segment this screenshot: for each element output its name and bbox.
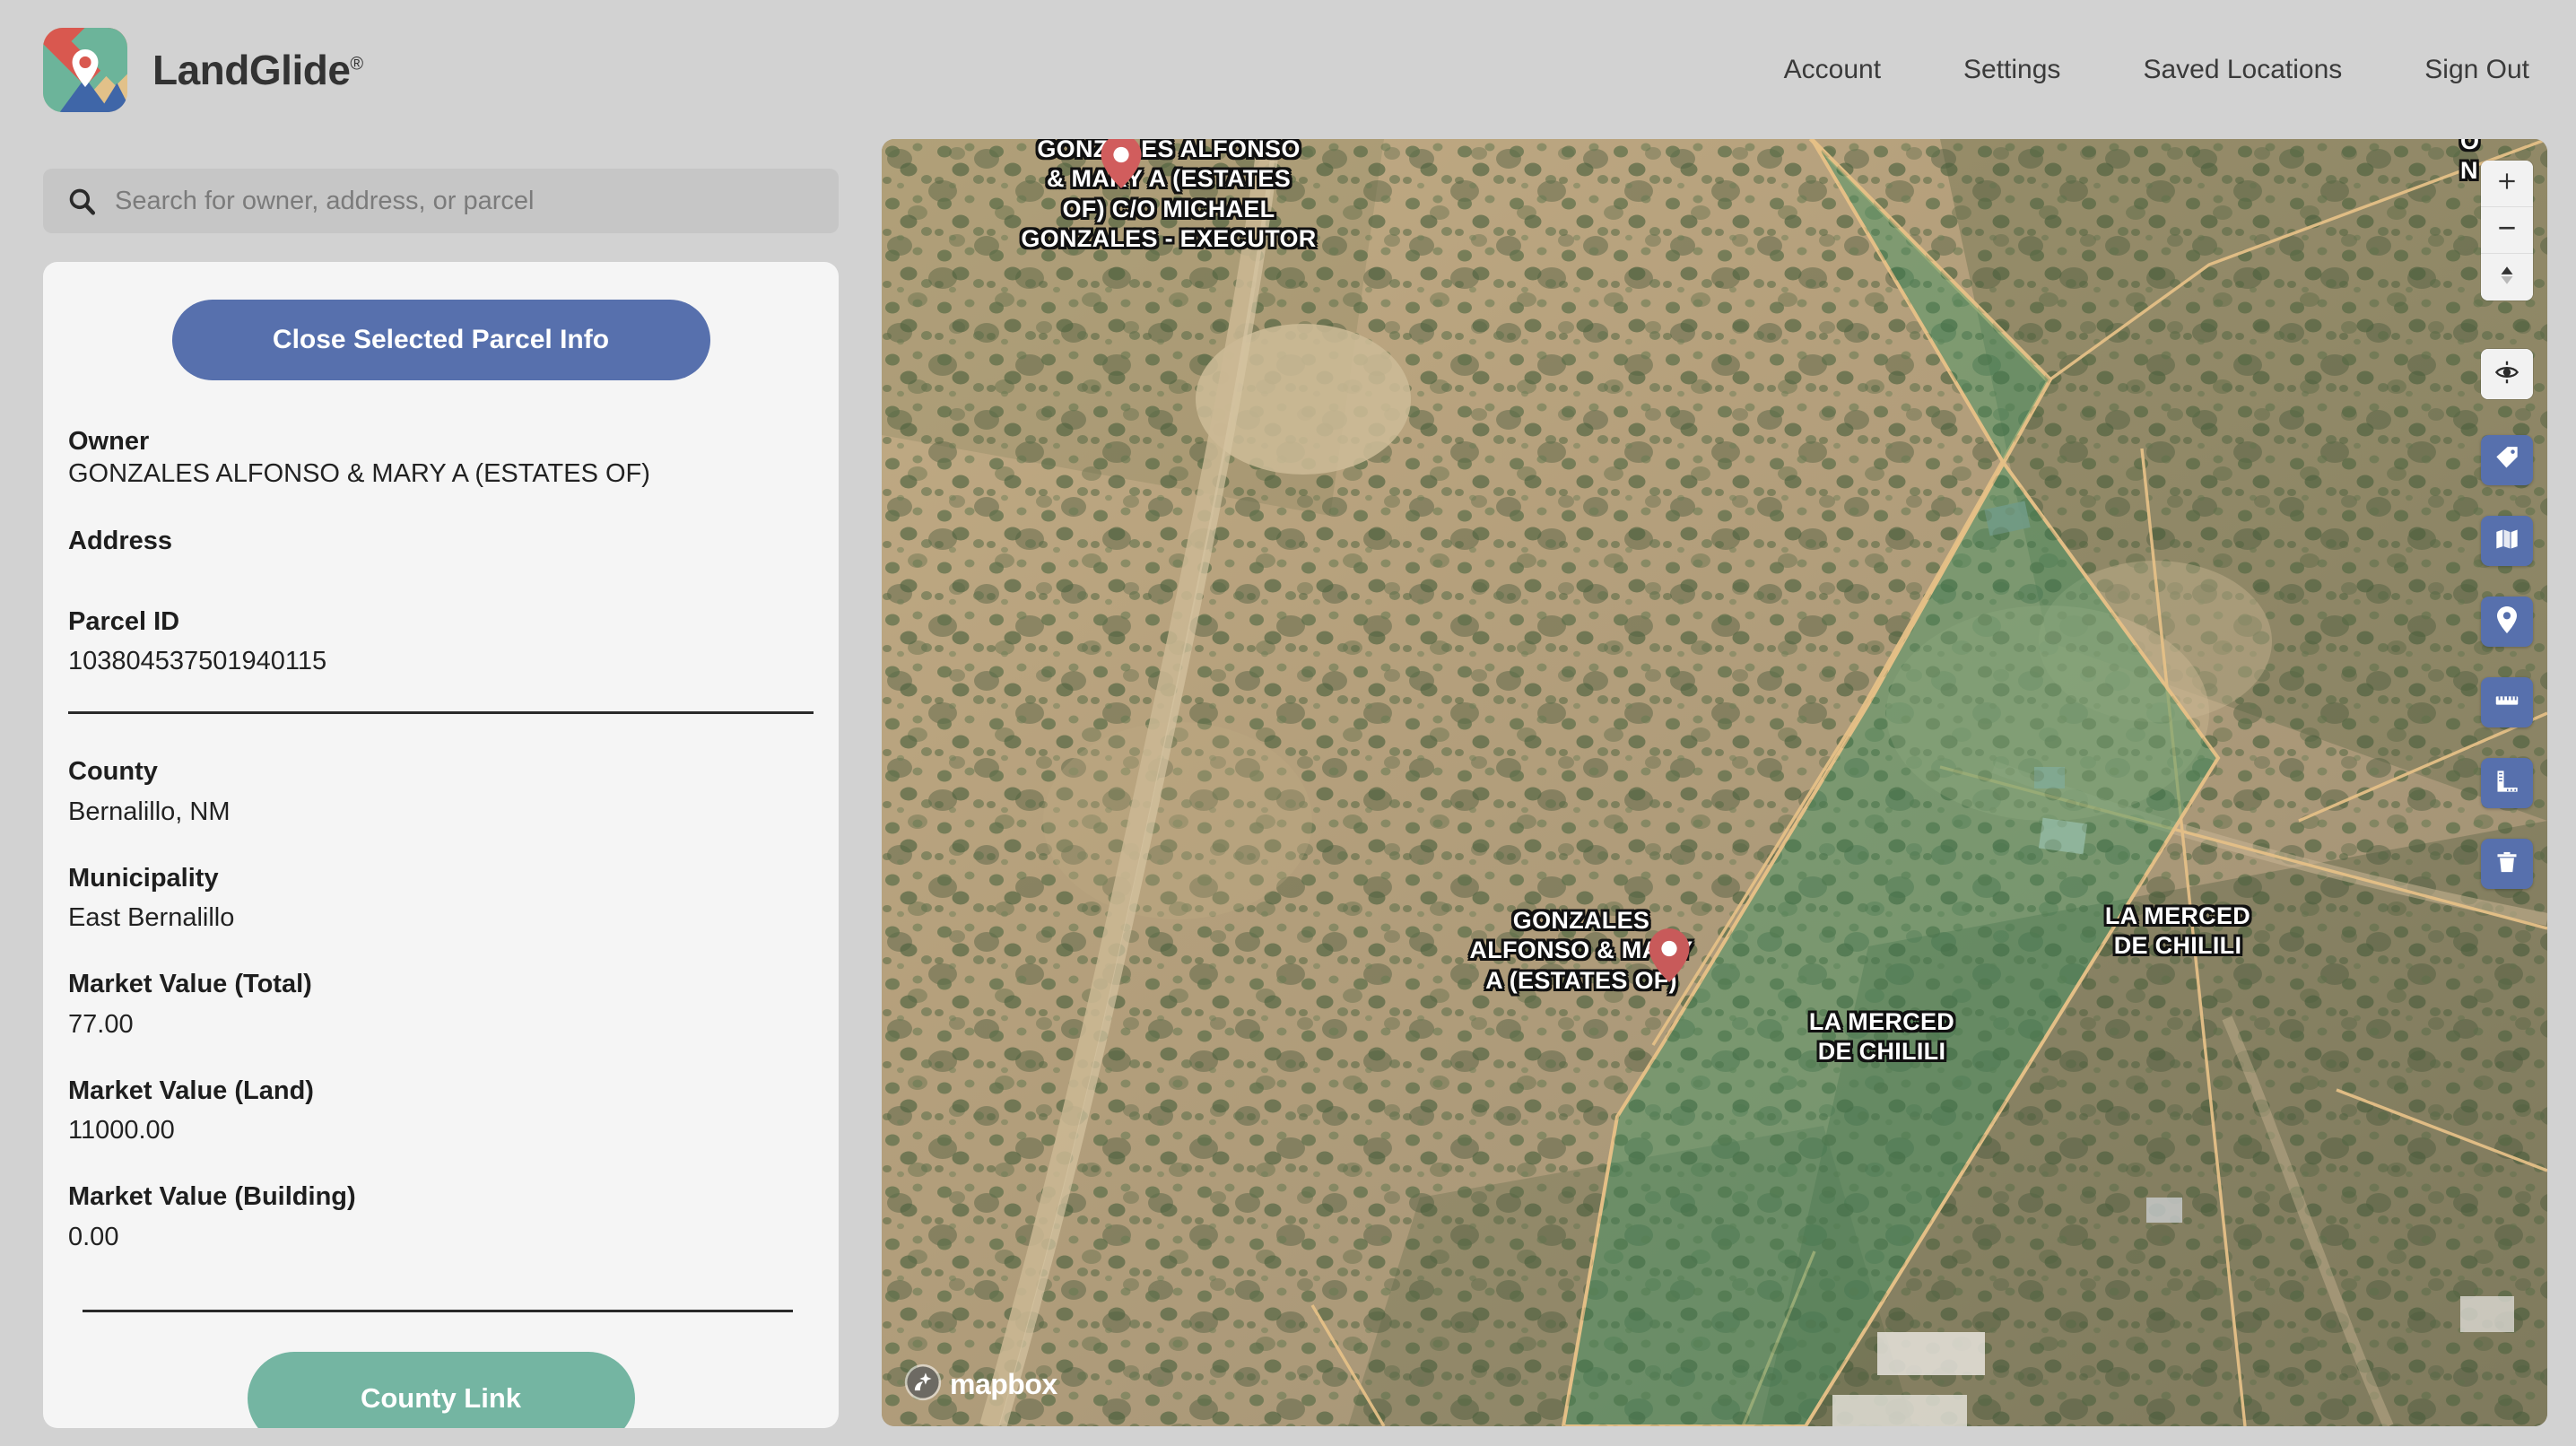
parcel-label-toggle-button[interactable] [2481,435,2533,485]
field-value-municipality: East Bernalillo [68,903,235,932]
nav-saved-locations[interactable]: Saved Locations [2143,55,2342,85]
field-county: County Bernalillo, NM [68,755,839,828]
section-divider [68,711,814,715]
search-icon [66,186,97,216]
trash-icon [2494,849,2519,879]
field-label-market-value-land: Market Value (Land) [68,1076,314,1105]
map-geolocate-control [2481,349,2533,399]
field-label-address: Address [68,526,173,555]
measure-area-button[interactable] [2481,758,2533,808]
tag-icon [2494,446,2519,475]
field-address: Address [68,525,839,571]
field-label-market-value-building: Market Value (Building) [68,1182,356,1212]
brand-name-text: LandGlide [152,46,351,93]
geolocate-icon [2494,360,2519,389]
county-link-button[interactable]: County Link [247,1352,635,1428]
map-layers-icon [2494,527,2519,556]
page-title: LandGlide® [152,46,363,94]
close-selected-parcel-info-button[interactable]: Close Selected Parcel Info [171,300,710,380]
field-value-address [68,564,839,571]
landglide-logo-icon [43,27,127,112]
county-link-wrap: County Link [43,1352,839,1428]
field-label-municipality: Municipality [68,863,219,893]
location-pin-icon [2495,605,2519,638]
field-market-value-total: Market Value (Total) 77.00 [68,968,839,1041]
geolocate-button[interactable] [2481,349,2533,399]
nav-sign-out[interactable]: Sign Out [2424,55,2529,85]
search-bar[interactable] [43,169,839,233]
zoom-out-button[interactable] [2481,207,2533,254]
field-label-parcel-id: Parcel ID [68,606,180,636]
measure-distance-button[interactable] [2481,677,2533,727]
ruler-icon [2494,688,2519,718]
field-owner: Owner GONZALES ALFONSO & MARY A (ESTATES… [68,425,839,491]
field-value-market-value-building: 0.00 [68,1222,119,1251]
field-value-market-value-total: 77.00 [68,1009,134,1039]
brand: LandGlide® [43,27,363,112]
field-parcel-id: Parcel ID 103804537501940115 [68,605,839,678]
parcel-info-panel: Close Selected Parcel Info Owner GONZALE… [43,262,839,1428]
map-viewport[interactable]: GONZALES ALFONSO & MARY A (ESTATES OF) C… [882,139,2547,1426]
field-label-county: County [68,757,158,787]
field-label-market-value-total: Market Value (Total) [68,970,312,999]
registered-mark: ® [350,54,363,74]
main-nav: Account Settings Saved Locations Sign Ou… [1701,55,2529,85]
field-value-market-value-land: 11000.00 [68,1116,175,1145]
field-municipality: Municipality East Bernalillo [68,862,839,935]
map-pin-icon [66,48,104,87]
field-value-county: Bernalillo, NM [68,797,231,826]
field-label-owner: Owner [68,427,150,456]
nav-account[interactable]: Account [1784,55,1881,85]
compass-icon [2495,264,2519,292]
zoom-in-icon [2495,170,2519,197]
field-market-value-building: Market Value (Building) 0.00 [68,1180,839,1253]
field-market-value-land: Market Value (Land) 11000.00 [68,1075,839,1147]
basemap-layers-button[interactable] [2481,516,2533,566]
map-satellite-imagery [882,139,2547,1426]
field-value-owner: GONZALES ALFONSO & MARY A (ESTATES OF) [68,459,650,489]
clear-button[interactable] [2481,839,2533,889]
nav-settings[interactable]: Settings [1963,55,2060,85]
field-value-parcel-id: 103804537501940115 [68,647,327,675]
search-input[interactable] [115,186,821,216]
map-zoom-controls [2481,161,2533,301]
zoom-out-icon [2495,216,2519,244]
parcel-fields: Owner GONZALES ALFONSO & MARY A (ESTATES… [43,425,839,1253]
area-ruler-icon [2494,769,2519,798]
zoom-in-button[interactable] [2481,161,2533,207]
app-header: LandGlide® Account Settings Saved Locati… [0,0,2576,139]
compass-button[interactable] [2481,254,2533,301]
panel-scroll-divider [83,1310,793,1312]
drop-pin-button[interactable] [2481,597,2533,647]
